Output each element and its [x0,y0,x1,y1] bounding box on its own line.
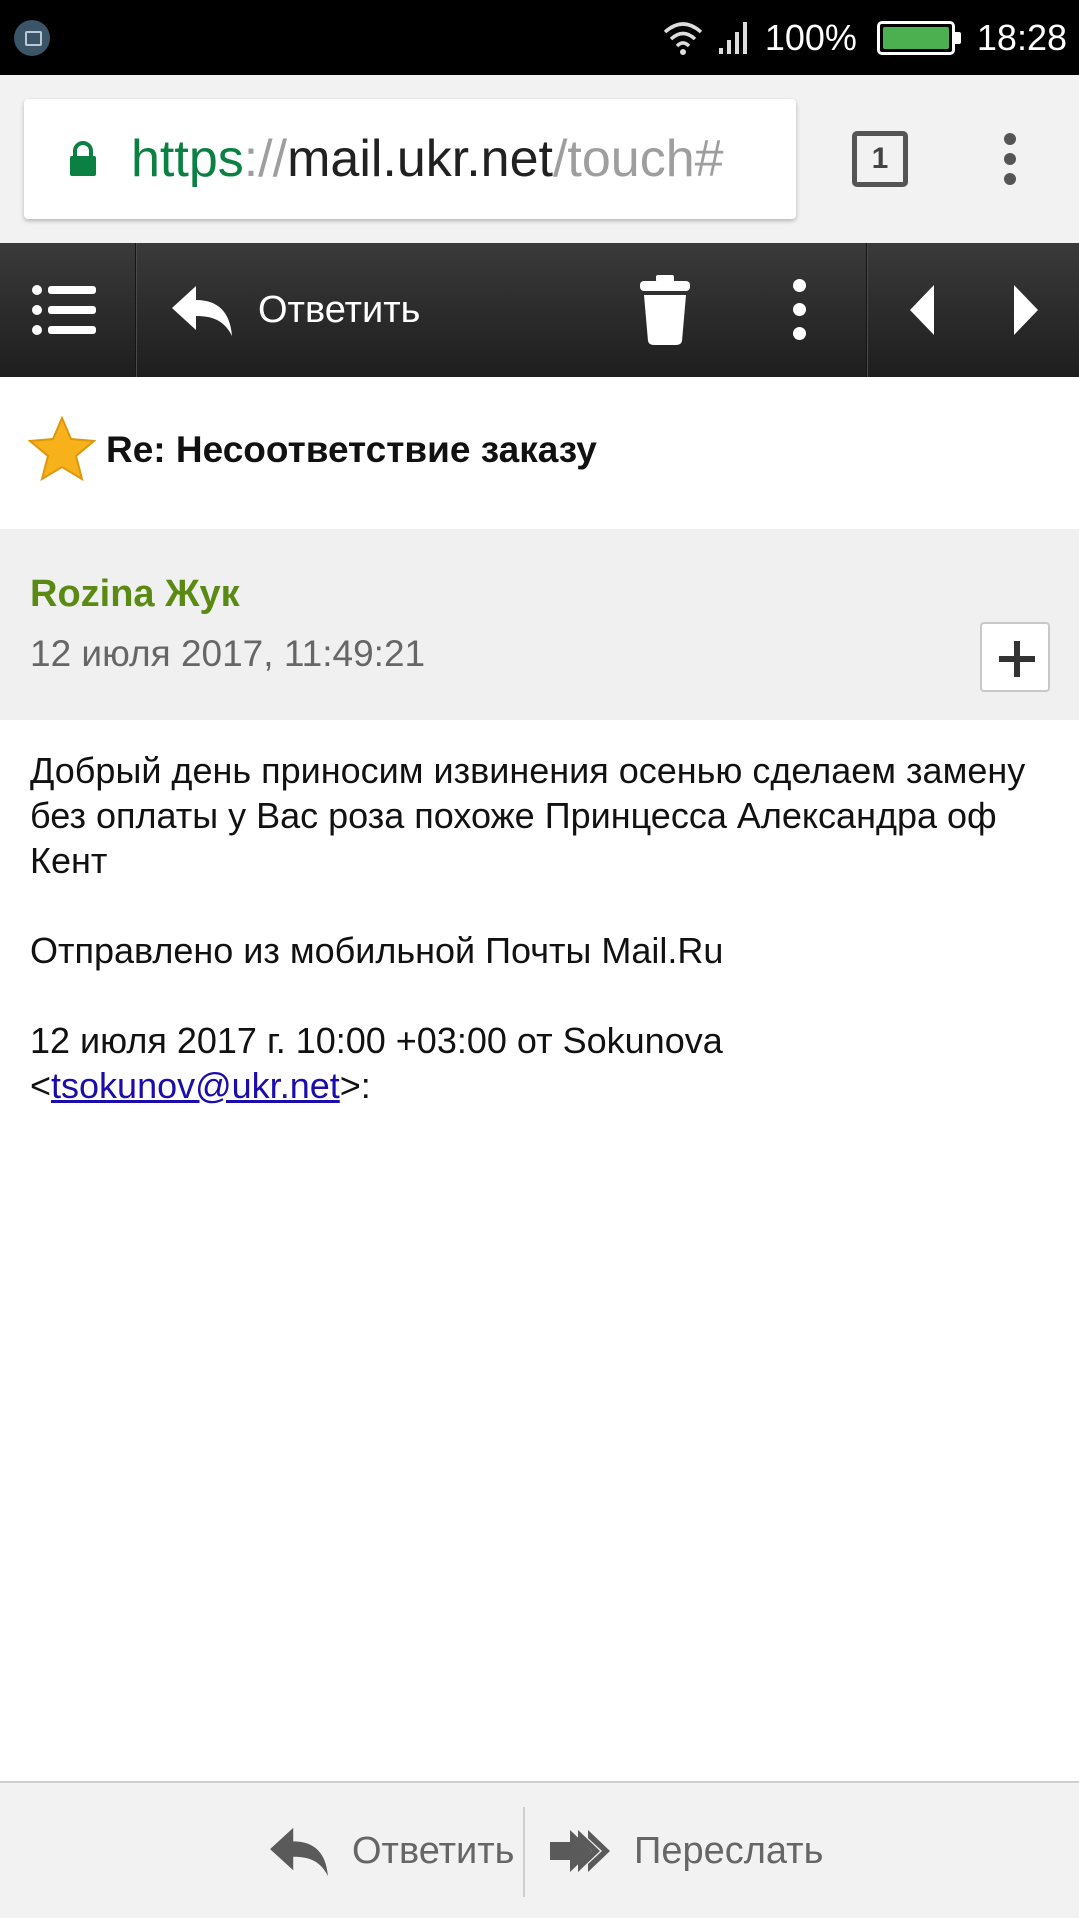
forward-button[interactable]: Переслать [548,1819,823,1883]
sender-info: Rozina Жук 12 июля 2017, 11:49:21 [0,529,1079,720]
trash-icon[interactable] [636,273,694,347]
wifi-icon [663,21,702,55]
quote-email-link[interactable]: tsokunov@ukr.net [51,1065,340,1106]
url-field[interactable]: https://mail.ukr.net/touch# [24,99,796,219]
reply-label: Ответить [258,288,421,331]
body-paragraph: Добрый день приносим извинения осенью сд… [30,750,1026,881]
bottom-divider [523,1807,525,1897]
message-body: Добрый день приносим извинения осенью сд… [30,748,1050,1153]
forward-label: Переслать [634,1829,824,1872]
lock-icon [70,141,96,176]
browser-menu-icon[interactable] [990,131,1030,187]
url-host: mail.ukr.net [287,130,553,188]
quote-header: 12 июля 2017 г. 10:00 +03:00 от Sokunova… [30,1018,1050,1108]
reply-icon [270,1827,328,1877]
bottom-reply-button[interactable]: Ответить [268,1819,514,1883]
message-subject: Re: Несоответствие заказу [106,429,597,470]
quote-lt: < [30,1065,52,1106]
browser-address-bar: https://mail.ukr.net/touch# 1 [0,75,1079,243]
more-options-icon[interactable] [780,273,820,347]
status-bar: 100% 18:28 [0,0,1079,75]
url-scheme: https [131,130,244,188]
bottom-action-bar: Ответить Переслать [0,1781,1079,1918]
next-message-icon[interactable] [1000,283,1050,337]
quote-prefix: 12 июля 2017 г. 10:00 +03:00 от Sokunova [30,1020,723,1061]
bottom-reply-label: Ответить [352,1829,515,1872]
expand-details-button[interactable] [980,622,1050,692]
star-icon[interactable] [28,415,96,483]
signal-icon [718,21,747,54]
forward-icon [550,1830,610,1872]
message-date: 12 июля 2017, 11:49:21 [30,633,426,674]
tab-switcher-button[interactable]: 1 [852,131,908,187]
previous-message-icon[interactable] [900,283,950,337]
toolbar-divider [866,243,868,377]
reply-icon [172,286,232,336]
clock: 18:28 [976,16,1067,58]
quote-gt: >: [339,1065,371,1106]
url-path: /touch# [552,130,724,188]
menu-list-icon[interactable] [30,283,100,337]
battery-percent: 100% [764,16,857,58]
status-indicators: 100% 18:28 [663,0,1067,75]
message-toolbar: Ответить [0,243,1079,377]
body-signature: Отправлено из мобильной Почты Mail.Ru [30,930,724,971]
url-separator: :// [243,130,288,188]
sender-name[interactable]: Rozina Жук [30,573,240,616]
screenshot-notification-icon [14,20,50,56]
reply-button[interactable]: Ответить [170,273,420,347]
toolbar-divider [135,243,137,377]
battery-icon [876,20,961,55]
url-text: https://mail.ukr.net/touch# [131,127,724,191]
message-subject-row: Re: Несоответствие заказу [0,377,1079,529]
